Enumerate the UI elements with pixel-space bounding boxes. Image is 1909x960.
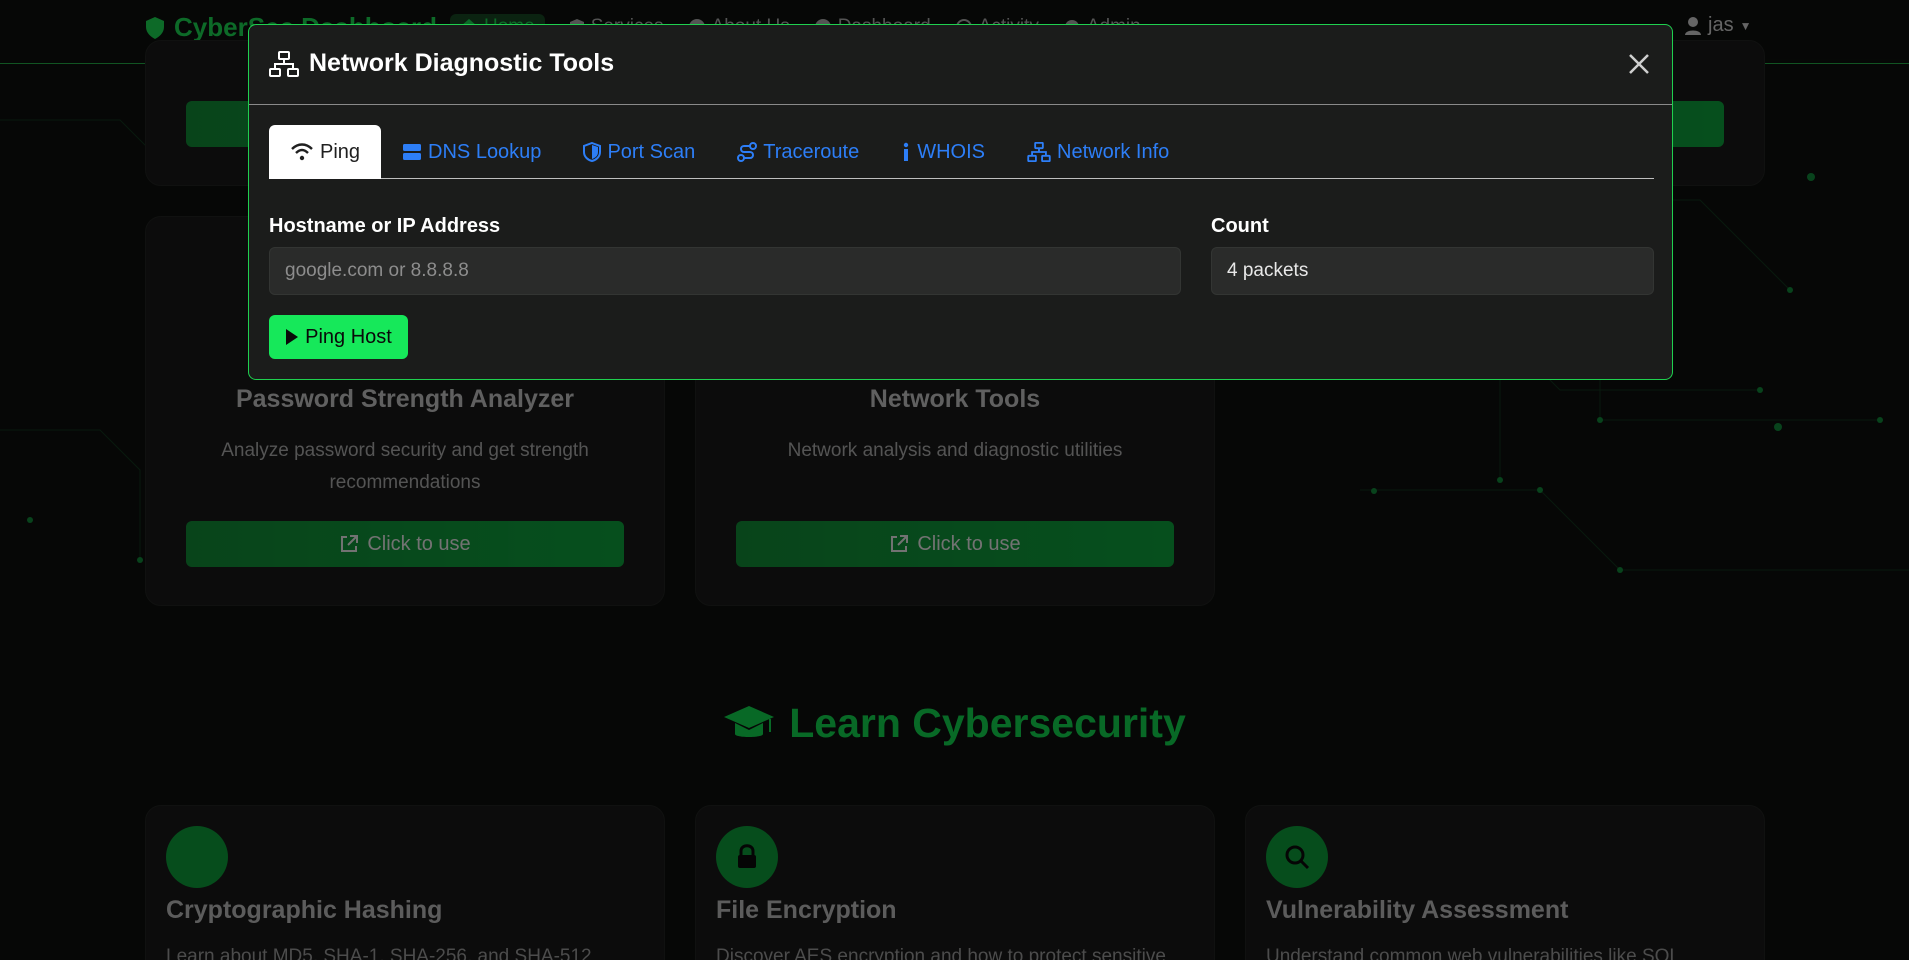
- tab-ping-label: Ping: [320, 140, 361, 163]
- tab-traceroute[interactable]: Traceroute: [716, 125, 880, 179]
- tab-ping[interactable]: Ping: [269, 125, 382, 179]
- tab-port-scan[interactable]: Port Scan: [562, 125, 716, 179]
- shield-icon: [583, 142, 602, 162]
- close-icon[interactable]: [1626, 51, 1652, 77]
- tab-whois[interactable]: WHOIS: [880, 125, 1006, 179]
- host-input[interactable]: [269, 247, 1181, 295]
- ping-host-label: Ping Host: [305, 325, 392, 348]
- network-wired-icon: [269, 50, 299, 77]
- modal-title-text: Network Diagnostic Tools: [309, 49, 615, 77]
- tool-tabs: Ping DNS Lookup Port Scan Traceroute WHO…: [269, 125, 1654, 179]
- tab-dns-lookup[interactable]: DNS Lookup: [381, 125, 562, 179]
- tab-traceroute-label: Traceroute: [763, 140, 860, 163]
- wifi-icon: [291, 143, 313, 161]
- route-icon: [737, 142, 758, 162]
- tab-network-info-label: Network Info: [1057, 140, 1170, 163]
- info-icon: [904, 142, 909, 161]
- tab-dns-label: DNS Lookup: [428, 140, 542, 163]
- host-field-label: Hostname or IP Address: [269, 215, 501, 237]
- network-wired-icon: [1027, 142, 1051, 162]
- count-select[interactable]: 4 packets: [1211, 247, 1654, 295]
- modal-title: Network Diagnostic Tools: [269, 49, 614, 78]
- count-select-value: 4 packets: [1227, 260, 1309, 281]
- server-icon: [403, 144, 422, 160]
- play-icon: [286, 329, 299, 345]
- ping-host-button[interactable]: Ping Host: [269, 315, 408, 359]
- modal-header: Network Diagnostic Tools: [249, 25, 1672, 105]
- network-tools-modal: Network Diagnostic Tools Ping DNS Lookup: [248, 24, 1673, 380]
- count-field-label: Count: [1211, 215, 1269, 237]
- tab-network-info[interactable]: Network Info: [1006, 125, 1190, 179]
- tab-whois-label: WHOIS: [917, 140, 986, 163]
- tab-port-scan-label: Port Scan: [607, 140, 696, 163]
